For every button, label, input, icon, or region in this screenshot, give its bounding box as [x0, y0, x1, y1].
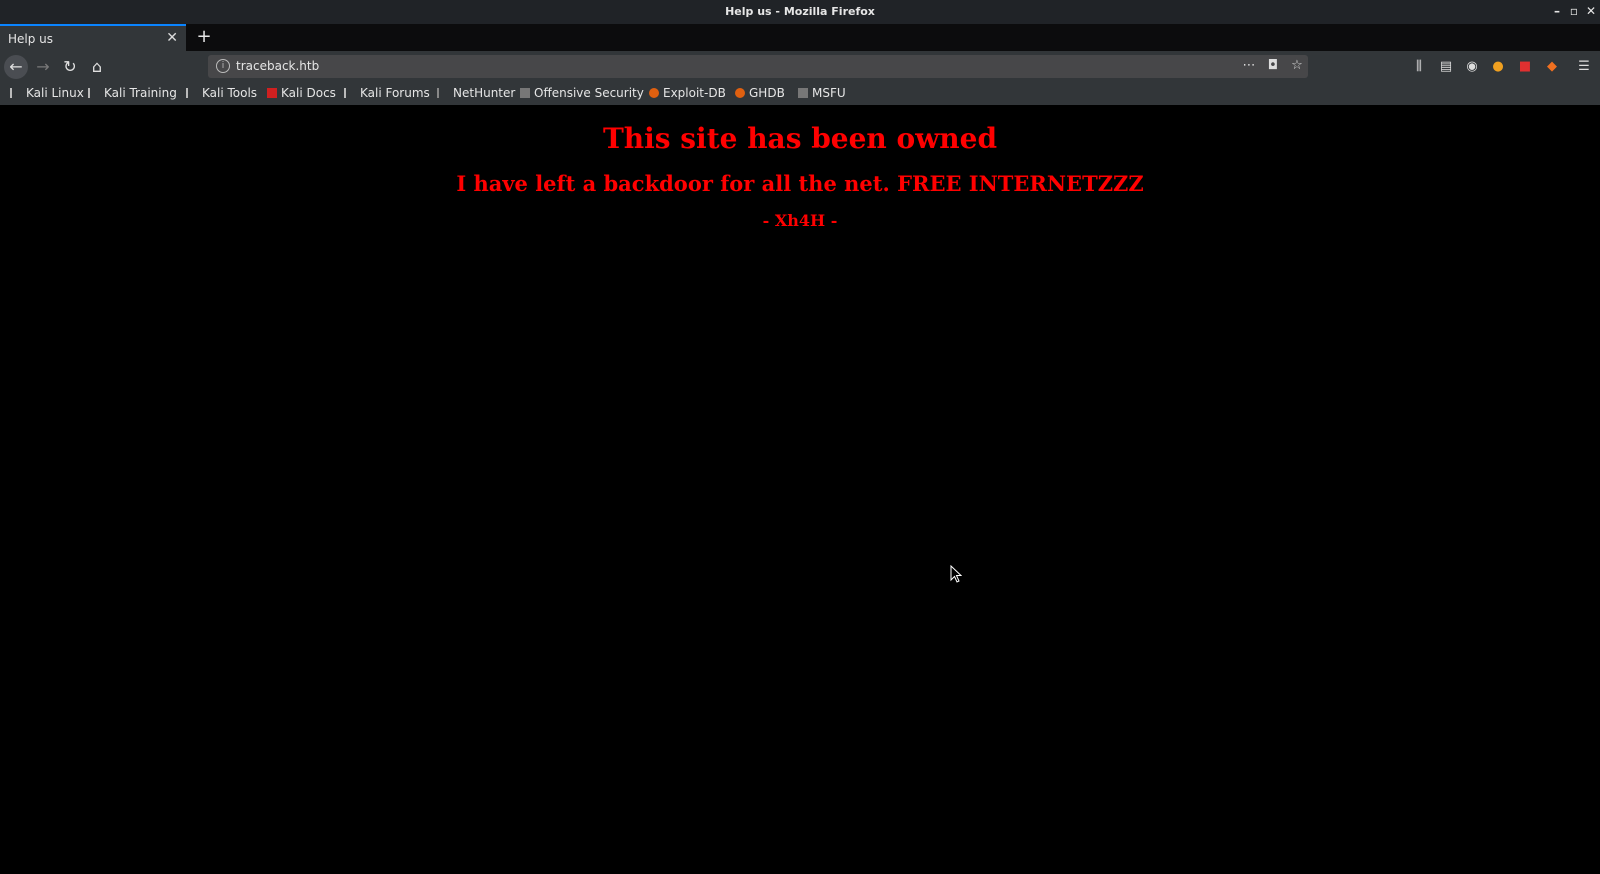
pocket-icon[interactable]: ◘ [1264, 57, 1282, 75]
kali-dragon-icon [186, 88, 198, 98]
exploitdb-icon [649, 88, 659, 98]
close-window-icon[interactable]: ✕ [1583, 3, 1599, 19]
page-subheading: I have left a backdoor for all the net. … [456, 171, 1144, 196]
kali-dragon-icon [344, 88, 356, 98]
bookmark-ghdb[interactable]: GHDB [735, 86, 785, 100]
page-content: This site has been owned I have left a b… [0, 105, 1600, 874]
nethunter-icon [437, 88, 449, 98]
account-icon[interactable]: ◉ [1463, 58, 1481, 76]
window-titlebar: Help us - Mozilla Firefox – ▫ ✕ [0, 0, 1600, 24]
navigation-toolbar: ← → ↻ ⌂ i ⋯ ◘ ☆ ⫼ ▤ ◉ ● ■ ◆ ☰ [0, 51, 1600, 83]
bookmark-kali-training[interactable]: Kali Training [88, 86, 177, 100]
minimize-icon[interactable]: – [1549, 3, 1565, 19]
url-bar[interactable]: i ⋯ ◘ ☆ [208, 55, 1308, 78]
site-info-icon[interactable]: i [216, 59, 230, 73]
exploitdb-icon [735, 88, 745, 98]
bookmark-kali-docs[interactable]: Kali Docs [267, 86, 336, 100]
mouse-cursor-icon [950, 565, 962, 583]
bookmark-nethunter[interactable]: NetHunter [437, 86, 515, 100]
offsec-icon [798, 88, 808, 98]
red-extension-icon[interactable]: ■ [1516, 58, 1534, 76]
library-icon[interactable]: ⫼ [1410, 58, 1428, 76]
window-title: Help us - Mozilla Firefox [725, 5, 875, 18]
bookmark-kali-linux[interactable]: Kali Linux [10, 86, 84, 100]
close-tab-icon[interactable]: ✕ [166, 30, 178, 46]
maximize-icon[interactable]: ▫ [1566, 3, 1582, 19]
bookmark-exploit-db[interactable]: Exploit-DB [649, 86, 726, 100]
cookie-extension-icon[interactable]: ● [1489, 58, 1507, 76]
sidebar-icon[interactable]: ▤ [1437, 58, 1455, 76]
kali-docs-icon [267, 88, 277, 98]
tab-help-us[interactable]: Help us ✕ [0, 24, 186, 51]
page-heading: This site has been owned [602, 122, 998, 155]
tab-title: Help us [8, 32, 54, 46]
back-arrow-icon[interactable]: ← [4, 55, 28, 79]
new-tab-icon[interactable]: + [194, 26, 214, 48]
page-signature: - Xh4H - [762, 211, 838, 230]
reload-icon[interactable]: ↻ [58, 55, 82, 79]
offsec-icon [520, 88, 530, 98]
bookmark-star-icon[interactable]: ☆ [1288, 57, 1306, 75]
menu-icon[interactable]: ☰ [1575, 58, 1593, 76]
kali-dragon-icon [88, 88, 100, 98]
bookmark-offensive-security[interactable]: Offensive Security [520, 86, 644, 100]
foxyproxy-icon[interactable]: ◆ [1543, 58, 1561, 76]
bookmark-kali-forums[interactable]: Kali Forums [344, 86, 430, 100]
bookmark-kali-tools[interactable]: Kali Tools [186, 86, 257, 100]
tab-strip: Help us ✕ + [0, 24, 1600, 51]
forward-arrow-icon[interactable]: → [31, 55, 55, 79]
bookmarks-toolbar: Kali Linux Kali Training Kali Tools Kali… [0, 83, 1600, 105]
home-icon[interactable]: ⌂ [85, 55, 109, 79]
kali-dragon-icon [10, 88, 22, 98]
page-actions-icon[interactable]: ⋯ [1240, 57, 1258, 75]
bookmark-msfu[interactable]: MSFU [798, 86, 846, 100]
url-input[interactable] [236, 59, 636, 73]
